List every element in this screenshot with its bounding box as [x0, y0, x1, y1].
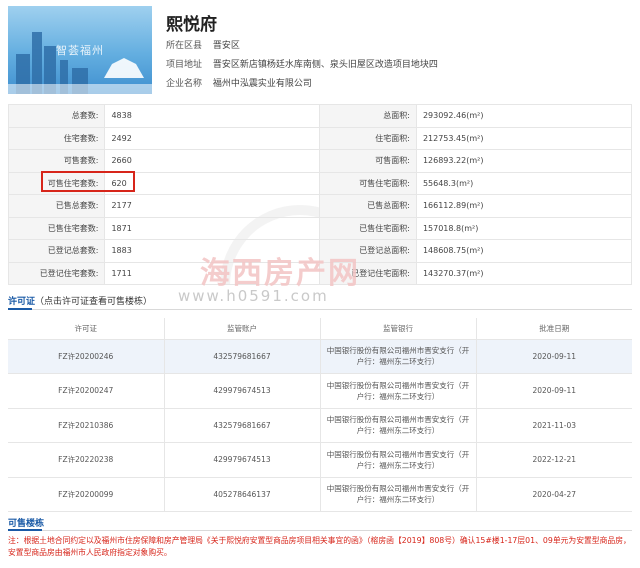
stats-row: 总套数: 4838 总面积: 293092.46(m²) [7, 104, 633, 128]
permits-table: 许可证 监管账户 监管银行 批准日期 FZ许20200246 432579681667 中… [8, 318, 632, 512]
stat-value: 126893.22(m²) [415, 149, 633, 173]
approval-date: 2020-04-27 [476, 477, 632, 512]
stat-label: 可售住宅面积: [319, 171, 417, 195]
permit-number[interactable]: FZ许20220238 [8, 442, 165, 478]
stat-value: 212753.45(m²) [415, 126, 633, 150]
column-header: 批准日期 [476, 318, 632, 340]
stat-label: 已售总套数: [7, 194, 106, 218]
permit-row[interactable]: FZ许20220238 429979674513 中国银行股份有限公司福州市晋安支行… [8, 442, 632, 478]
buildings-section-title[interactable]: 可售楼栋 [8, 519, 44, 529]
note-text: 注：根据土地合同约定以及福州市住房保障和房产管理局《关于熙悦府安置型商品房项目相… [8, 536, 631, 558]
permit-row[interactable]: FZ许20200099 405278646137 中国银行股份有限公司福州市晋安支行… [8, 477, 632, 512]
district-row: 所在区县 晋安区 [166, 38, 240, 51]
stat-label: 可售面积: [319, 149, 417, 173]
stat-label: 已售总面积: [319, 194, 417, 218]
company-label: 企业名称 [166, 79, 203, 89]
stat-label: 已登记住宅套数: [7, 261, 106, 285]
approval-date: 2020-09-11 [476, 373, 632, 409]
stat-value: 143270.37(m²) [415, 261, 633, 285]
address-label: 项目地址 [166, 60, 203, 70]
stat-value: 55648.3(m²) [415, 171, 633, 195]
permit-number[interactable]: FZ许20210386 [8, 408, 165, 443]
stat-value: 620 [104, 171, 321, 195]
stats-row: 可售套数: 2660 可售面积: 126893.22(m²) [7, 149, 633, 173]
permits-section-heading: 许可证（点击许可证查看可售楼栋） [8, 294, 152, 307]
supervision-account: 432579681667 [164, 408, 321, 443]
approval-date: 2020-09-11 [476, 339, 632, 374]
address-value: 晋安区新店镇杨廷水库南侧、泉头旧屋区改造项目地块四 [212, 60, 438, 70]
company-row: 企业名称 福州中泓震实业有限公司 [166, 76, 312, 89]
column-header: 监管银行 [320, 318, 477, 340]
stat-value: 1871 [104, 216, 321, 240]
section-divider [8, 530, 632, 531]
stat-value: 157018.8(m²) [415, 216, 633, 240]
permits-section-hint: （点击许可证查看可售楼栋） [35, 297, 153, 307]
supervision-account: 429979674513 [164, 442, 321, 478]
stat-label: 住宅套数: [7, 126, 106, 150]
stat-label: 可售套数: [7, 149, 106, 173]
permit-row[interactable]: FZ许20200246 432579681667 中国银行股份有限公司福州市晋安支行… [8, 339, 632, 374]
supervision-account: 432579681667 [164, 339, 321, 374]
stat-value: 2660 [104, 149, 321, 173]
stat-label: 已售住宅套数: [7, 216, 106, 240]
supervision-account: 405278646137 [164, 477, 321, 512]
permit-row[interactable]: FZ许20200247 429979674513 中国银行股份有限公司福州市晋安支行… [8, 373, 632, 409]
supervision-account: 429979674513 [164, 373, 321, 409]
highlight-box [41, 171, 135, 192]
approval-date: 2021-11-03 [476, 408, 632, 443]
district-label: 所在区县 [166, 41, 203, 51]
stat-value: 148608.75(m²) [415, 239, 633, 263]
stats-row: 已售住宅套数: 1871 已售住宅面积: 157018.8(m²) [7, 216, 633, 240]
stat-value: 293092.46(m²) [415, 104, 633, 128]
stat-value: 166112.89(m²) [415, 194, 633, 218]
stat-label: 已售住宅面积: [319, 216, 417, 240]
permits-section-underline [8, 308, 32, 310]
permit-number[interactable]: FZ许20200246 [8, 339, 165, 374]
permits-section-title: 许可证 [8, 297, 36, 307]
buildings-section-heading[interactable]: 可售楼栋 [8, 516, 44, 529]
section-divider [8, 309, 632, 310]
permit-row[interactable]: FZ许20210386 432579681667 中国银行股份有限公司福州市晋安支行… [8, 408, 632, 443]
address-row: 项目地址 晋安区新店镇杨廷水库南侧、泉头旧屋区改造项目地块四 [166, 57, 438, 70]
stat-value: 2177 [104, 194, 321, 218]
supervision-bank: 中国银行股份有限公司福州市晋安支行（开户行：福州东二环支行） [320, 373, 477, 409]
supervision-bank: 中国银行股份有限公司福州市晋安支行（开户行：福州东二环支行） [320, 408, 477, 443]
supervision-bank: 中国银行股份有限公司福州市晋安支行（开户行：福州东二环支行） [320, 477, 477, 512]
approval-date: 2022-12-21 [476, 442, 632, 478]
supervision-bank: 中国银行股份有限公司福州市晋安支行（开户行：福州东二环支行） [320, 442, 477, 478]
permit-number[interactable]: FZ许20200247 [8, 373, 165, 409]
watermark-url: www.h0591.com [178, 287, 329, 305]
permit-number[interactable]: FZ许20200099 [8, 477, 165, 512]
image-watermark: 智荟福州 [56, 44, 104, 57]
watermark-text: 海西房产网 [200, 256, 360, 291]
stat-label: 总面积: [319, 104, 417, 128]
project-image: 智荟福州 [8, 6, 152, 94]
project-title: 熙悦府 [166, 15, 217, 35]
stat-label: 住宅面积: [319, 126, 417, 150]
buildings-section-underline [8, 529, 42, 531]
stats-row: 住宅套数: 2492 住宅面积: 212753.45(m²) [7, 126, 633, 150]
supervision-bank: 中国银行股份有限公司福州市晋安支行（开户行：福州东二环支行） [320, 339, 477, 374]
stat-value: 4838 [104, 104, 321, 128]
company-value: 福州中泓震实业有限公司 [212, 79, 312, 89]
column-header: 监管账户 [164, 318, 321, 340]
project-header: 智荟福州 熙悦府 所在区县 晋安区 项目地址 晋安区新店镇杨廷水库南侧、泉头旧屋… [8, 6, 632, 96]
column-header: 许可证 [8, 318, 165, 340]
stats-row: 已售总套数: 2177 已售总面积: 166112.89(m²) [7, 194, 633, 218]
stat-value: 2492 [104, 126, 321, 150]
stat-label: 总套数: [7, 104, 106, 128]
stat-label: 已登记总套数: [7, 239, 106, 263]
district-value: 晋安区 [212, 41, 240, 51]
